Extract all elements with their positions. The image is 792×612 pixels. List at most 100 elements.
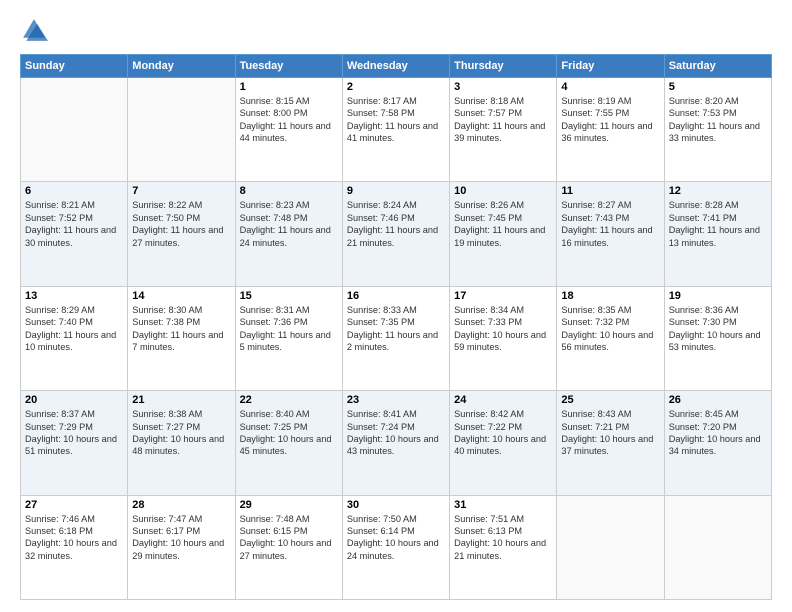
calendar-cell: 24 Sunrise: 8:42 AM Sunset: 7:22 PM Dayli… <box>450 391 557 495</box>
day-info: Sunrise: 8:17 AM Sunset: 7:58 PM Dayligh… <box>347 95 445 145</box>
day-info: Sunrise: 8:33 AM Sunset: 7:35 PM Dayligh… <box>347 304 445 354</box>
calendar-cell: 29 Sunrise: 7:48 AM Sunset: 6:15 PM Dayli… <box>235 495 342 599</box>
calendar-cell: 6 Sunrise: 8:21 AM Sunset: 7:52 PM Daylig… <box>21 182 128 286</box>
calendar-cell: 30 Sunrise: 7:50 AM Sunset: 6:14 PM Dayli… <box>342 495 449 599</box>
day-info: Sunrise: 8:34 AM Sunset: 7:33 PM Dayligh… <box>454 304 552 354</box>
day-number: 29 <box>240 499 338 511</box>
day-number: 17 <box>454 290 552 302</box>
day-info: Sunrise: 7:50 AM Sunset: 6:14 PM Dayligh… <box>347 513 445 563</box>
logo <box>20 16 52 44</box>
day-info: Sunrise: 8:26 AM Sunset: 7:45 PM Dayligh… <box>454 199 552 249</box>
day-number: 11 <box>561 185 659 197</box>
day-number: 5 <box>669 81 767 93</box>
day-number: 10 <box>454 185 552 197</box>
day-number: 2 <box>347 81 445 93</box>
day-number: 7 <box>132 185 230 197</box>
day-number: 4 <box>561 81 659 93</box>
calendar-cell: 17 Sunrise: 8:34 AM Sunset: 7:33 PM Dayli… <box>450 286 557 390</box>
calendar-cell: 3 Sunrise: 8:18 AM Sunset: 7:57 PM Daylig… <box>450 78 557 182</box>
calendar-cell: 20 Sunrise: 8:37 AM Sunset: 7:29 PM Dayli… <box>21 391 128 495</box>
day-info: Sunrise: 8:15 AM Sunset: 8:00 PM Dayligh… <box>240 95 338 145</box>
day-info: Sunrise: 8:22 AM Sunset: 7:50 PM Dayligh… <box>132 199 230 249</box>
day-info: Sunrise: 8:27 AM Sunset: 7:43 PM Dayligh… <box>561 199 659 249</box>
calendar-cell: 4 Sunrise: 8:19 AM Sunset: 7:55 PM Daylig… <box>557 78 664 182</box>
day-info: Sunrise: 8:30 AM Sunset: 7:38 PM Dayligh… <box>132 304 230 354</box>
day-info: Sunrise: 8:19 AM Sunset: 7:55 PM Dayligh… <box>561 95 659 145</box>
day-info: Sunrise: 8:20 AM Sunset: 7:53 PM Dayligh… <box>669 95 767 145</box>
calendar-cell: 26 Sunrise: 8:45 AM Sunset: 7:20 PM Dayli… <box>664 391 771 495</box>
day-number: 23 <box>347 394 445 406</box>
day-number: 30 <box>347 499 445 511</box>
day-info: Sunrise: 7:47 AM Sunset: 6:17 PM Dayligh… <box>132 513 230 563</box>
day-number: 13 <box>25 290 123 302</box>
col-header-wednesday: Wednesday <box>342 55 449 78</box>
day-info: Sunrise: 8:41 AM Sunset: 7:24 PM Dayligh… <box>347 408 445 458</box>
col-header-sunday: Sunday <box>21 55 128 78</box>
day-info: Sunrise: 8:45 AM Sunset: 7:20 PM Dayligh… <box>669 408 767 458</box>
day-info: Sunrise: 8:35 AM Sunset: 7:32 PM Dayligh… <box>561 304 659 354</box>
calendar: SundayMondayTuesdayWednesdayThursdayFrid… <box>20 54 772 600</box>
day-info: Sunrise: 7:51 AM Sunset: 6:13 PM Dayligh… <box>454 513 552 563</box>
calendar-cell: 11 Sunrise: 8:27 AM Sunset: 7:43 PM Dayli… <box>557 182 664 286</box>
calendar-cell: 7 Sunrise: 8:22 AM Sunset: 7:50 PM Daylig… <box>128 182 235 286</box>
calendar-cell: 15 Sunrise: 8:31 AM Sunset: 7:36 PM Dayli… <box>235 286 342 390</box>
calendar-cell <box>128 78 235 182</box>
calendar-cell: 25 Sunrise: 8:43 AM Sunset: 7:21 PM Dayli… <box>557 391 664 495</box>
day-info: Sunrise: 8:31 AM Sunset: 7:36 PM Dayligh… <box>240 304 338 354</box>
calendar-cell: 9Sunrise: 8:24 AM Sunset: 7:46 PM Daylig… <box>342 182 449 286</box>
calendar-cell: 12 Sunrise: 8:28 AM Sunset: 7:41 PM Dayli… <box>664 182 771 286</box>
day-number: 1 <box>240 81 338 93</box>
day-number: 27 <box>25 499 123 511</box>
day-info: Sunrise: 8:36 AM Sunset: 7:30 PM Dayligh… <box>669 304 767 354</box>
day-number: 16 <box>347 290 445 302</box>
day-info: Sunrise: 8:21 AM Sunset: 7:52 PM Dayligh… <box>25 199 123 249</box>
day-info: Sunrise: 8:23 AM Sunset: 7:48 PM Dayligh… <box>240 199 338 249</box>
day-number: 8 <box>240 185 338 197</box>
day-number: 22 <box>240 394 338 406</box>
col-header-friday: Friday <box>557 55 664 78</box>
calendar-cell: 8 Sunrise: 8:23 AM Sunset: 7:48 PM Daylig… <box>235 182 342 286</box>
day-number: 21 <box>132 394 230 406</box>
day-number: 31 <box>454 499 552 511</box>
calendar-cell: 22Sunrise: 8:40 AM Sunset: 7:25 PM Dayli… <box>235 391 342 495</box>
day-info: Sunrise: 7:48 AM Sunset: 6:15 PM Dayligh… <box>240 513 338 563</box>
day-info: Sunrise: 8:43 AM Sunset: 7:21 PM Dayligh… <box>561 408 659 458</box>
day-number: 26 <box>669 394 767 406</box>
day-info: Sunrise: 8:42 AM Sunset: 7:22 PM Dayligh… <box>454 408 552 458</box>
day-number: 3 <box>454 81 552 93</box>
day-number: 20 <box>25 394 123 406</box>
calendar-cell: 5 Sunrise: 8:20 AM Sunset: 7:53 PM Daylig… <box>664 78 771 182</box>
day-number: 12 <box>669 185 767 197</box>
day-info: Sunrise: 8:24 AM Sunset: 7:46 PM Dayligh… <box>347 199 445 249</box>
day-number: 18 <box>561 290 659 302</box>
calendar-cell: 23 Sunrise: 8:41 AM Sunset: 7:24 PM Dayli… <box>342 391 449 495</box>
calendar-cell: 27 Sunrise: 7:46 AM Sunset: 6:18 PM Dayli… <box>21 495 128 599</box>
day-number: 14 <box>132 290 230 302</box>
calendar-cell: 19 Sunrise: 8:36 AM Sunset: 7:30 PM Dayli… <box>664 286 771 390</box>
day-number: 24 <box>454 394 552 406</box>
col-header-saturday: Saturday <box>664 55 771 78</box>
day-info: Sunrise: 8:37 AM Sunset: 7:29 PM Dayligh… <box>25 408 123 458</box>
day-info: Sunrise: 8:29 AM Sunset: 7:40 PM Dayligh… <box>25 304 123 354</box>
day-number: 25 <box>561 394 659 406</box>
calendar-cell: 10 Sunrise: 8:26 AM Sunset: 7:45 PM Dayli… <box>450 182 557 286</box>
col-header-thursday: Thursday <box>450 55 557 78</box>
day-number: 28 <box>132 499 230 511</box>
calendar-cell: 2 Sunrise: 8:17 AM Sunset: 7:58 PM Daylig… <box>342 78 449 182</box>
day-number: 15 <box>240 290 338 302</box>
calendar-cell: 18 Sunrise: 8:35 AM Sunset: 7:32 PM Dayli… <box>557 286 664 390</box>
day-info: Sunrise: 8:18 AM Sunset: 7:57 PM Dayligh… <box>454 95 552 145</box>
calendar-cell: 1 Sunrise: 8:15 AM Sunset: 8:00 PM Daylig… <box>235 78 342 182</box>
day-number: 19 <box>669 290 767 302</box>
logo-icon <box>20 16 48 44</box>
calendar-cell <box>21 78 128 182</box>
calendar-cell: 16 Sunrise: 8:33 AM Sunset: 7:35 PM Dayli… <box>342 286 449 390</box>
day-info: Sunrise: 7:46 AM Sunset: 6:18 PM Dayligh… <box>25 513 123 563</box>
day-number: 6 <box>25 185 123 197</box>
calendar-cell <box>664 495 771 599</box>
col-header-tuesday: Tuesday <box>235 55 342 78</box>
calendar-cell: 14 Sunrise: 8:30 AM Sunset: 7:38 PM Dayli… <box>128 286 235 390</box>
calendar-cell: 28 Sunrise: 7:47 AM Sunset: 6:17 PM Dayli… <box>128 495 235 599</box>
calendar-cell: 13 Sunrise: 8:29 AM Sunset: 7:40 PM Dayli… <box>21 286 128 390</box>
day-info: Sunrise: 8:28 AM Sunset: 7:41 PM Dayligh… <box>669 199 767 249</box>
